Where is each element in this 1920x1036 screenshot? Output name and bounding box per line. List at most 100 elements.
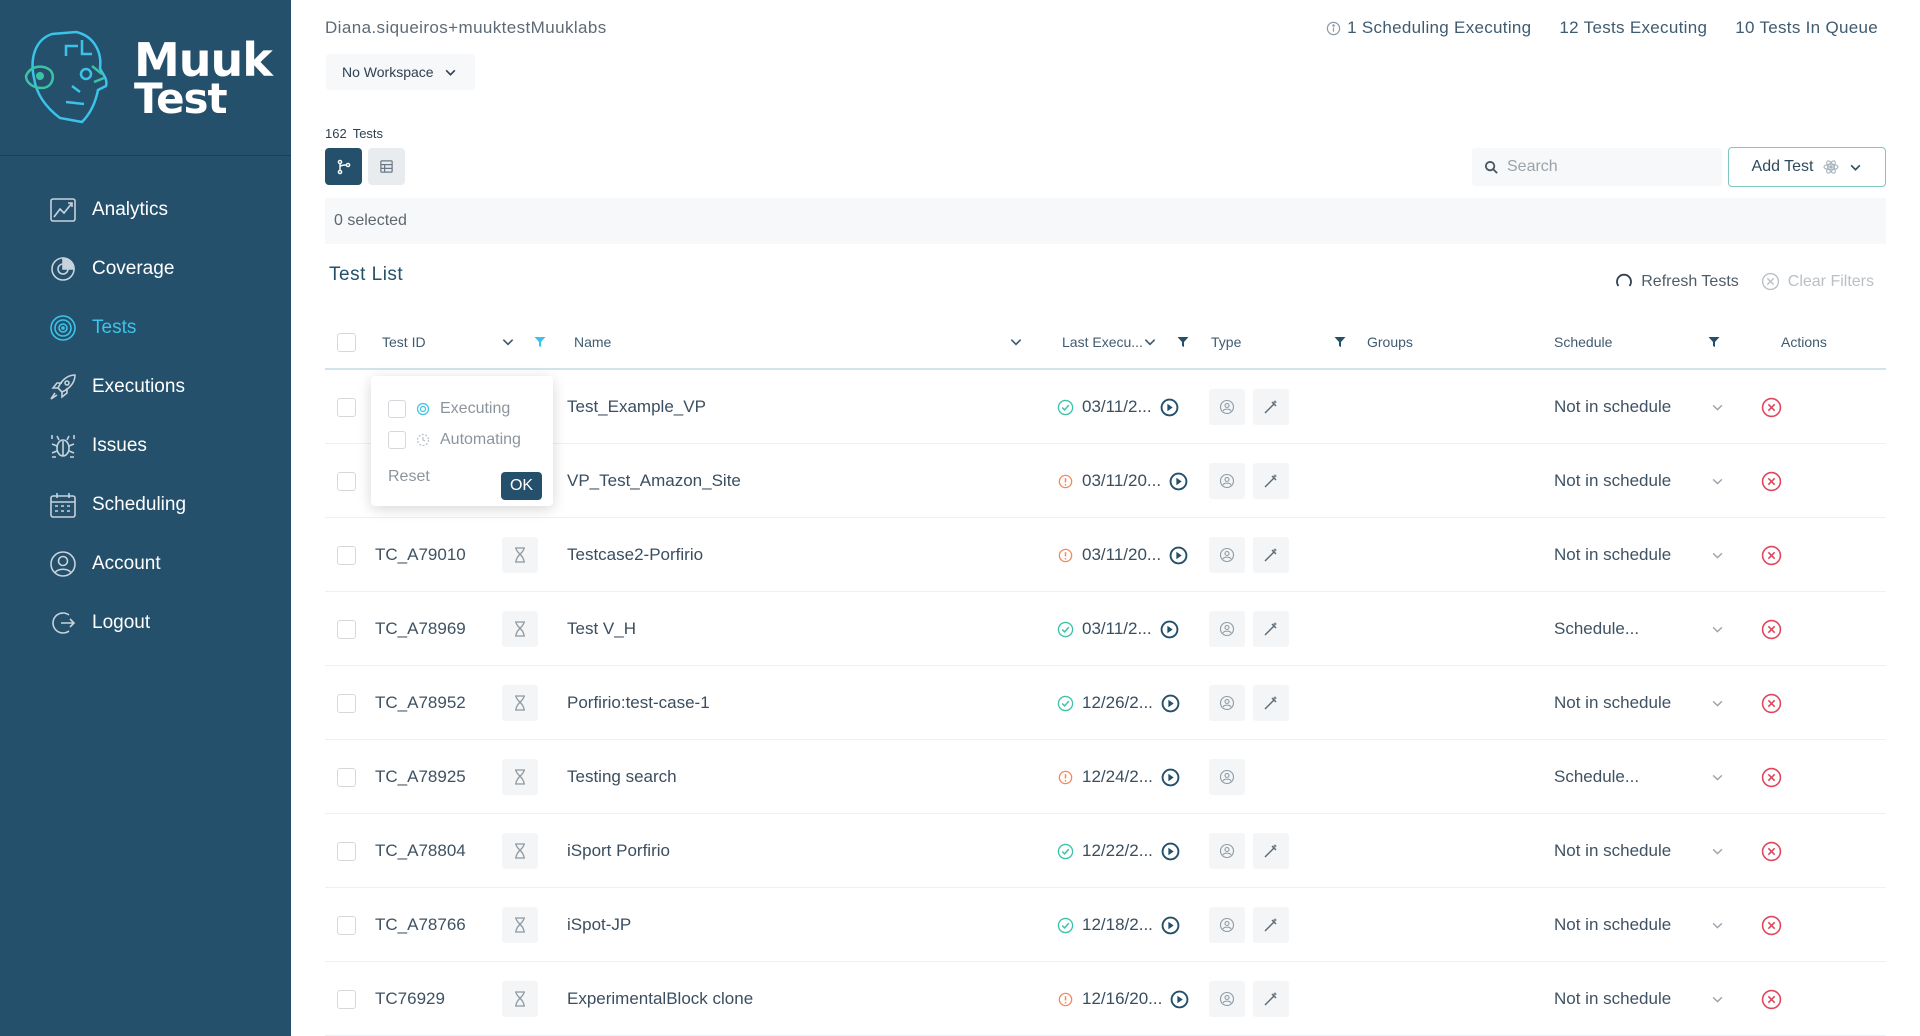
column-header-schedule[interactable]: Schedule: [1554, 316, 1612, 368]
column-header-test-id[interactable]: Test ID: [382, 316, 426, 368]
select-all-checkbox[interactable]: [337, 332, 356, 352]
schedule-select[interactable]: Not in schedule: [1554, 888, 1724, 962]
sidebar-item-executions[interactable]: Executions: [0, 357, 291, 416]
sidebar-item-scheduling[interactable]: Scheduling: [0, 475, 291, 534]
test-type-button[interactable]: [1209, 389, 1245, 425]
sidebar-item-analytics[interactable]: Analytics: [0, 180, 291, 239]
row-checkbox[interactable]: [337, 397, 356, 417]
filter-option-checkbox[interactable]: [388, 400, 406, 418]
column-header-name[interactable]: Name: [574, 316, 611, 368]
filter-option-executing[interactable]: Executing: [388, 400, 510, 418]
play-icon[interactable]: [1161, 916, 1180, 935]
table-view-button[interactable]: [368, 148, 405, 185]
row-checkbox[interactable]: [337, 989, 356, 1009]
filter-option-checkbox[interactable]: [388, 431, 406, 449]
name-sort-button[interactable]: [1009, 316, 1023, 368]
delete-icon[interactable]: [1761, 397, 1782, 418]
column-header-type[interactable]: Type: [1211, 316, 1241, 368]
test-name[interactable]: Testcase2-Porfirio: [567, 518, 703, 592]
play-icon[interactable]: [1169, 472, 1188, 491]
play-icon[interactable]: [1160, 620, 1179, 639]
table-row[interactable]: Test_Example_VP 03/11/2... Not in schedu…: [325, 370, 1886, 444]
sidebar-item-tests[interactable]: Tests: [0, 298, 291, 357]
table-row[interactable]: TC_A78804 iSport Porfirio 12/22/2... Not…: [325, 814, 1886, 888]
table-row[interactable]: TC_A79010 Testcase2-Porfirio 03/11/20...: [325, 518, 1886, 592]
edit-test-button[interactable]: [1253, 389, 1289, 425]
test-name[interactable]: ExperimentalBlock clone: [567, 962, 753, 1036]
test-name[interactable]: iSpot-JP: [567, 888, 631, 962]
row-checkbox[interactable]: [337, 619, 356, 639]
row-checkbox[interactable]: [337, 693, 356, 713]
test-type-button[interactable]: [1209, 685, 1245, 721]
schedule-select[interactable]: Not in schedule: [1554, 518, 1724, 592]
delete-icon[interactable]: [1761, 693, 1782, 714]
test-id-sort-button[interactable]: [501, 316, 515, 368]
play-icon[interactable]: [1170, 990, 1189, 1009]
column-header-groups[interactable]: Groups: [1367, 316, 1413, 368]
edit-test-button[interactable]: [1253, 907, 1289, 943]
table-row[interactable]: TC76929 ExperimentalBlock clone 12/16/20…: [325, 962, 1886, 1036]
refresh-tests-button[interactable]: Refresh Tests: [1615, 272, 1739, 291]
row-checkbox[interactable]: [337, 841, 356, 861]
test-name[interactable]: Testing search: [567, 740, 677, 814]
clear-filters-button[interactable]: Clear Filters: [1761, 272, 1874, 291]
test-name[interactable]: iSport Porfirio: [567, 814, 670, 888]
filter-option-automating[interactable]: Automating: [388, 431, 521, 449]
test-type-button[interactable]: [1209, 611, 1245, 647]
schedule-select[interactable]: Schedule...: [1554, 592, 1724, 666]
row-checkbox[interactable]: [337, 545, 356, 565]
row-checkbox[interactable]: [337, 767, 356, 787]
filter-reset-button[interactable]: Reset: [388, 468, 430, 486]
type-filter-button[interactable]: [1334, 316, 1346, 368]
delete-icon[interactable]: [1761, 545, 1782, 566]
edit-test-button[interactable]: [1253, 537, 1289, 573]
table-row[interactable]: TC_A78766 iSpot-JP 12/18/2... Not in sch…: [325, 888, 1886, 962]
filter-ok-button[interactable]: OK: [501, 472, 542, 500]
play-icon[interactable]: [1161, 694, 1180, 713]
delete-icon[interactable]: [1761, 471, 1782, 492]
delete-icon[interactable]: [1761, 619, 1782, 640]
schedule-select[interactable]: Not in schedule: [1554, 962, 1724, 1036]
sidebar-item-account[interactable]: Account: [0, 534, 291, 593]
test-type-button[interactable]: [1209, 981, 1245, 1017]
edit-test-button[interactable]: [1253, 981, 1289, 1017]
schedule-filter-button[interactable]: [1708, 316, 1720, 368]
edit-test-button[interactable]: [1253, 463, 1289, 499]
workspace-select[interactable]: No Workspace: [326, 54, 475, 90]
logo[interactable]: Muuk Test: [0, 0, 291, 156]
test-name[interactable]: Porfirio:test-case-1: [567, 666, 710, 740]
last-execution-filter-button[interactable]: [1177, 316, 1189, 368]
edit-test-button[interactable]: [1253, 611, 1289, 647]
delete-icon[interactable]: [1761, 915, 1782, 936]
edit-test-button[interactable]: [1253, 685, 1289, 721]
test-name[interactable]: Test V_H: [567, 592, 636, 666]
table-row[interactable]: VP_Test_Amazon_Site 03/11/20... Not in s…: [325, 444, 1886, 518]
schedule-select[interactable]: Schedule...: [1554, 740, 1724, 814]
table-row[interactable]: TC_A78925 Testing search 12/24/2... Sche…: [325, 740, 1886, 814]
test-name[interactable]: VP_Test_Amazon_Site: [567, 444, 741, 518]
schedule-select[interactable]: Not in schedule: [1554, 370, 1724, 444]
delete-icon[interactable]: [1761, 767, 1782, 788]
sidebar-item-logout[interactable]: Logout: [0, 593, 291, 652]
scheduling-status[interactable]: 1 Scheduling Executing: [1326, 18, 1531, 38]
schedule-select[interactable]: Not in schedule: [1554, 444, 1724, 518]
tests-executing-status[interactable]: 12 Tests Executing: [1559, 18, 1707, 38]
table-row[interactable]: TC_A78952 Porfirio:test-case-1 12/26/2..…: [325, 666, 1886, 740]
test-type-button[interactable]: [1209, 907, 1245, 943]
row-checkbox[interactable]: [337, 471, 356, 491]
test-id-filter-button[interactable]: [534, 316, 546, 368]
test-type-button[interactable]: [1209, 537, 1245, 573]
play-icon[interactable]: [1160, 398, 1179, 417]
sidebar-item-coverage[interactable]: Coverage: [0, 239, 291, 298]
test-type-button[interactable]: [1209, 833, 1245, 869]
play-icon[interactable]: [1161, 768, 1180, 787]
edit-test-button[interactable]: [1253, 833, 1289, 869]
play-icon[interactable]: [1169, 546, 1188, 565]
tests-queue-status[interactable]: 10 Tests In Queue: [1735, 18, 1878, 38]
table-row[interactable]: TC_A78969 Test V_H 03/11/2... Schedule..…: [325, 592, 1886, 666]
play-icon[interactable]: [1161, 842, 1180, 861]
add-test-button[interactable]: Add Test: [1728, 147, 1886, 187]
search-input[interactable]: [1507, 158, 1707, 176]
schedule-select[interactable]: Not in schedule: [1554, 666, 1724, 740]
delete-icon[interactable]: [1761, 841, 1782, 862]
